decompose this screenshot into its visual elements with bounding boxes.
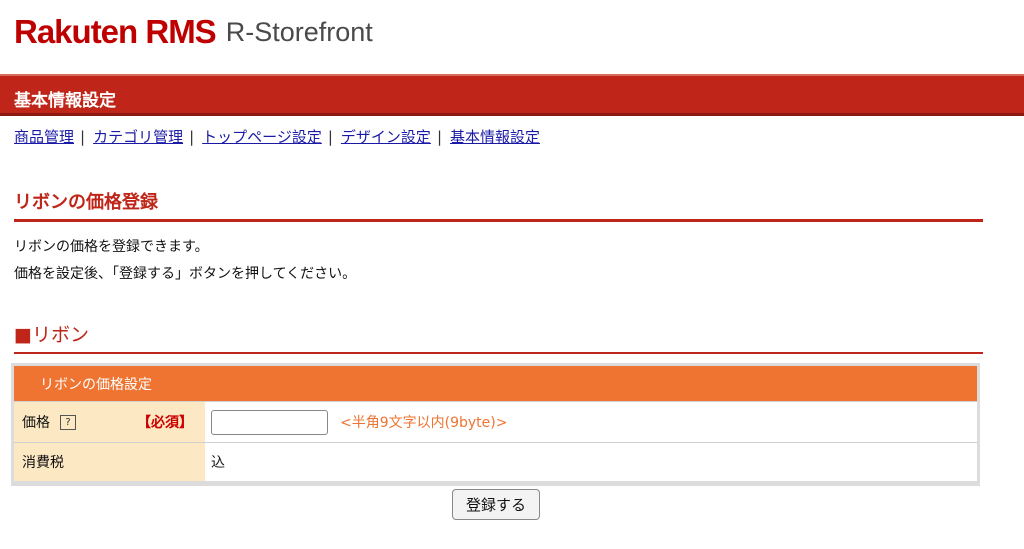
price-input[interactable] — [211, 409, 328, 435]
nav-link-category-management[interactable]: カテゴリ管理 — [93, 128, 183, 146]
nav-link-product-management[interactable]: 商品管理 — [14, 128, 74, 146]
section-title: リボンの価格登録 — [14, 192, 158, 213]
nav-link-basic-info-settings[interactable]: 基本情報設定 — [450, 128, 540, 146]
page-title: 基本情報設定 — [14, 91, 116, 111]
tax-row: 消費税 込 — [14, 442, 977, 481]
tax-value: 込 — [211, 455, 225, 471]
nav-separator: | — [189, 128, 195, 146]
price-label-cell: 価格 ? 【必須】 — [14, 402, 205, 442]
subsection-title: ■リボン — [14, 324, 89, 346]
section-heading: リボンの価格登録 — [14, 188, 983, 222]
form-header: リボンの価格設定 — [14, 366, 977, 401]
nav-separator: | — [80, 128, 86, 146]
description-line-2: 価格を設定後、「登録する」ボタンを押してください。 — [14, 266, 357, 282]
submit-button[interactable]: 登録する — [452, 489, 540, 520]
tax-value-cell: 込 — [205, 443, 977, 481]
help-icon[interactable]: ? — [60, 414, 76, 430]
rakuten-rms-logo: Rakuten RMS R-Storefront — [14, 12, 373, 52]
price-hint: <半角9文字以内(9byte)> — [340, 415, 508, 431]
tax-label-cell: 消費税 — [14, 443, 205, 481]
subsection-heading: ■リボン — [14, 320, 983, 354]
nav-link-top-page-settings[interactable]: トップページ設定 — [202, 128, 322, 146]
tax-label: 消費税 — [22, 455, 64, 471]
price-row: 価格 ? 【必須】 <半角9文字以内(9byte)> — [14, 401, 977, 442]
logo-product: R-Storefront — [225, 17, 373, 47]
ribbon-price-form: リボンの価格設定 価格 ? 【必須】 <半角9文字以内(9byte)> 消費税 … — [11, 363, 980, 486]
price-value-cell: <半角9文字以内(9byte)> — [205, 402, 977, 442]
sub-navigation: 商品管理 | カテゴリ管理 | トップページ設定 | デザイン設定 | 基本情報設定 — [14, 126, 540, 147]
nav-separator: | — [436, 128, 442, 146]
page-title-bar: 基本情報設定 — [0, 74, 1024, 116]
required-badge: 【必須】 — [137, 415, 193, 431]
nav-separator: | — [327, 128, 333, 146]
logo-brand: Rakuten RMS — [14, 13, 217, 50]
price-label: 価格 — [22, 415, 50, 431]
nav-link-design-settings[interactable]: デザイン設定 — [341, 128, 431, 146]
description-line-1: リボンの価格を登録できます。 — [14, 239, 209, 255]
description: リボンの価格を登録できます。 価格を設定後、「登録する」ボタンを押してください。 — [14, 234, 356, 288]
